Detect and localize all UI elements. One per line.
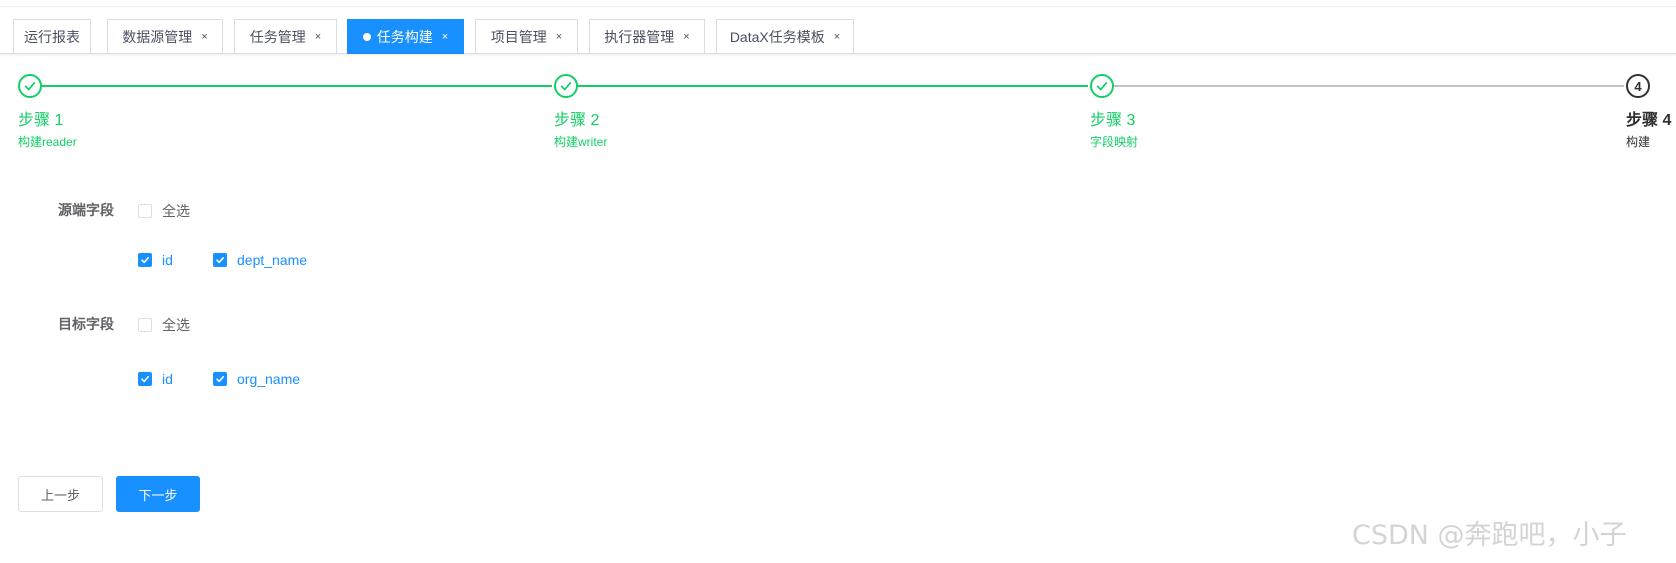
check-icon xyxy=(1090,74,1114,98)
step-description: 构建reader xyxy=(18,135,77,149)
step-title: 步骤 4 xyxy=(1626,112,1672,129)
prev-step-button[interactable]: 上一步 xyxy=(18,476,103,512)
tab-task-management[interactable]: 任务管理 × xyxy=(234,19,337,54)
checkbox-label: dept_name xyxy=(237,252,308,268)
checkbox-label: 全选 xyxy=(162,203,190,219)
checkbox-label: id xyxy=(162,252,173,268)
tab-label: 任务构建 xyxy=(376,28,433,45)
source-fields-label: 源端字段 xyxy=(58,202,114,218)
step-description: 构建writer xyxy=(554,135,608,149)
watermark: CSDN @奔跑吧，小子 xyxy=(1352,520,1627,551)
tab-task-build[interactable]: 任务构建 × xyxy=(347,19,464,54)
tab-label: 数据源管理 xyxy=(122,28,193,45)
close-icon[interactable]: × xyxy=(556,31,562,43)
checkbox-label: id xyxy=(162,371,173,387)
tab-label: 运行报表 xyxy=(24,28,80,45)
step-number-icon: 4 xyxy=(1626,74,1650,98)
check-icon xyxy=(18,74,42,98)
tab-datax-task-template[interactable]: DataX任务模板 × xyxy=(716,19,854,54)
tab-run-report[interactable]: 运行报表 xyxy=(13,19,91,54)
checkbox-box[interactable] xyxy=(138,204,152,218)
step-title: 步骤 3 xyxy=(1090,112,1136,129)
check-icon xyxy=(554,74,578,98)
tab-executor-management[interactable]: 执行器管理 × xyxy=(589,19,705,54)
source-field-checkbox-id[interactable]: id xyxy=(138,252,173,268)
step-connector-line xyxy=(578,85,1088,87)
checkbox-label: 全选 xyxy=(162,317,190,333)
close-icon[interactable]: × xyxy=(442,31,448,43)
task-build-page: 运行报表 数据源管理 × 任务管理 × 任务构建 × 项目管理 × 执行器管理 … xyxy=(0,0,1676,563)
tags-view-bar: 运行报表 数据源管理 × 任务管理 × 任务构建 × 项目管理 × 执行器管理 … xyxy=(0,6,1676,54)
tab-label: 任务管理 xyxy=(249,28,306,45)
step-connector-line xyxy=(42,85,552,87)
tab-project-management[interactable]: 项目管理 × xyxy=(475,19,578,54)
check-icon[interactable] xyxy=(138,253,152,267)
step-title: 步骤 2 xyxy=(554,112,600,129)
step-description: 构建 xyxy=(1626,135,1651,149)
close-icon[interactable]: × xyxy=(315,31,321,43)
close-icon[interactable]: × xyxy=(683,31,689,43)
target-fields-label: 目标字段 xyxy=(58,316,114,332)
source-select-all-checkbox[interactable]: 全选 xyxy=(138,201,190,221)
step-connector-line xyxy=(1114,85,1624,87)
target-field-checkbox-org-name[interactable]: org_name xyxy=(213,371,300,387)
step-description: 字段映射 xyxy=(1090,135,1139,149)
next-step-button[interactable]: 下一步 xyxy=(116,476,200,512)
close-icon[interactable]: × xyxy=(834,31,840,43)
check-icon[interactable] xyxy=(138,372,152,386)
close-icon[interactable]: × xyxy=(201,31,207,43)
check-icon[interactable] xyxy=(213,372,227,386)
target-field-checkbox-id[interactable]: id xyxy=(138,371,173,387)
target-select-all-checkbox[interactable]: 全选 xyxy=(138,315,190,335)
tab-label: 执行器管理 xyxy=(604,28,675,45)
step-title: 步骤 1 xyxy=(18,112,64,129)
tab-datasource-management[interactable]: 数据源管理 × xyxy=(107,19,223,54)
source-field-checkbox-dept-name[interactable]: dept_name xyxy=(213,252,307,268)
tab-label: DataX任务模板 xyxy=(729,28,825,45)
checkbox-label: org_name xyxy=(237,371,301,387)
checkbox-box[interactable] xyxy=(138,318,152,332)
check-icon[interactable] xyxy=(213,253,227,267)
active-dot-icon xyxy=(362,32,371,41)
tab-label: 项目管理 xyxy=(490,28,547,45)
